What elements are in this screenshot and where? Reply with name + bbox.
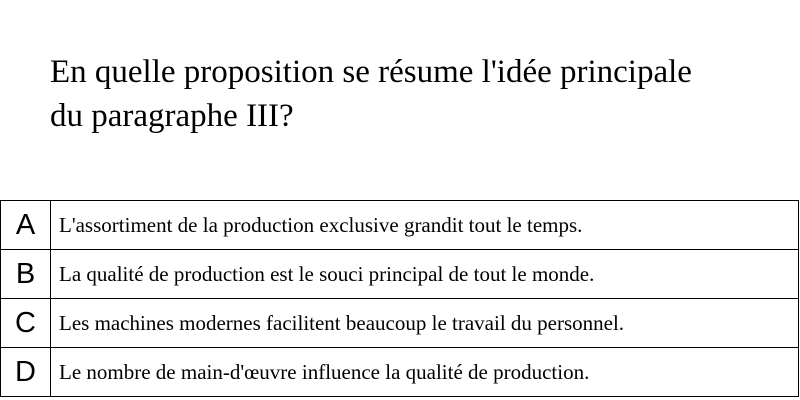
- option-letter[interactable]: D: [0, 347, 51, 397]
- option-letter[interactable]: C: [0, 298, 51, 348]
- option-text[interactable]: Les machines modernes facilitent beaucou…: [50, 298, 799, 348]
- option-text[interactable]: L'assortiment de la production exclusive…: [50, 200, 799, 250]
- option-text[interactable]: Le nombre de main-d'œuvre influence la q…: [50, 347, 799, 397]
- answer-options-table: A L'assortiment de la production exclusi…: [0, 200, 799, 397]
- option-text[interactable]: La qualité de production est le souci pr…: [50, 249, 799, 299]
- option-letter[interactable]: B: [0, 249, 51, 299]
- question-line-1: En quelle proposition se résume l'idée p…: [50, 54, 692, 90]
- question-text: En quelle proposition se résume l'idée p…: [50, 50, 780, 138]
- answer-option-c[interactable]: C Les machines modernes facilitent beauc…: [0, 298, 799, 348]
- answer-option-b[interactable]: B La qualité de production est le souci …: [0, 249, 799, 299]
- answer-option-a[interactable]: A L'assortiment de la production exclusi…: [0, 200, 799, 250]
- answer-option-d[interactable]: D Le nombre de main-d'œuvre influence la…: [0, 347, 799, 397]
- question-line-2: du paragraphe III?: [50, 98, 294, 134]
- option-letter[interactable]: A: [0, 200, 51, 250]
